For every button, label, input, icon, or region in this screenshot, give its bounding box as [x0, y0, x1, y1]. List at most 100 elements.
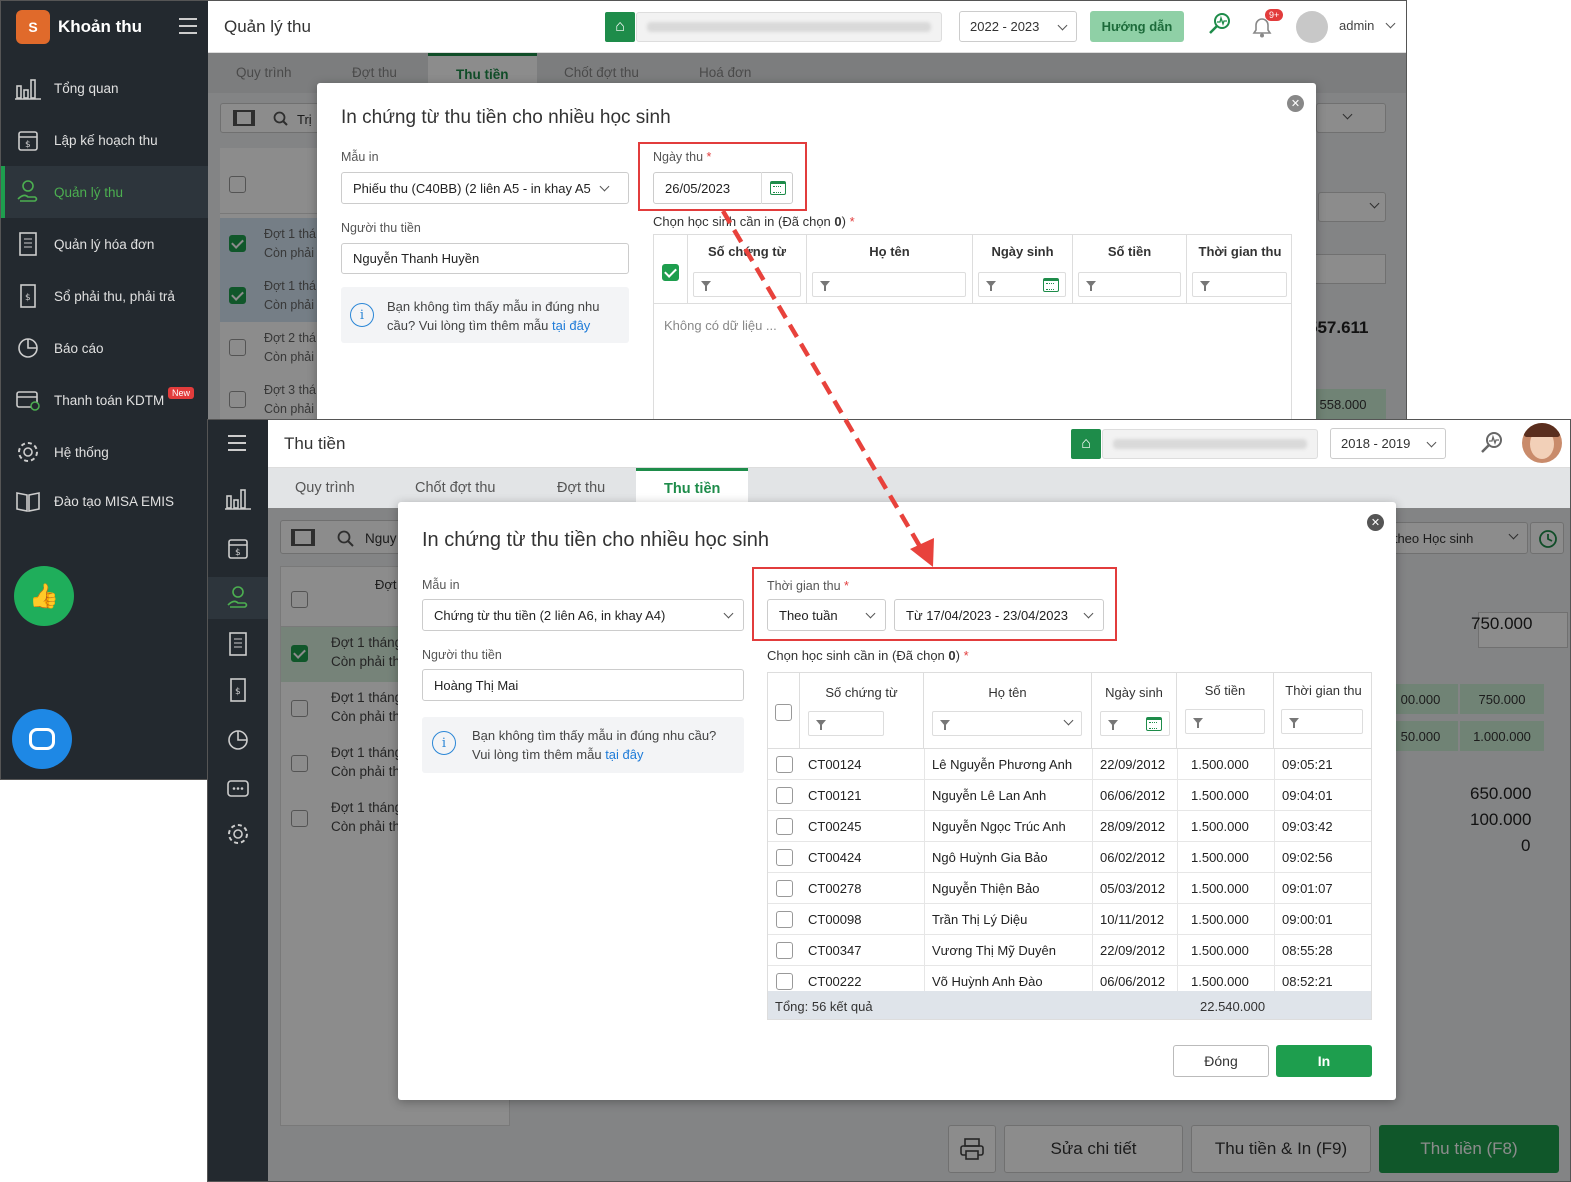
find-template-link[interactable]: tại đây [605, 747, 643, 762]
info-box: i Bạn không tìm thấy mẫu in đúng nhu cầu… [341, 287, 629, 343]
bar-chart-icon[interactable] [224, 484, 252, 512]
school-name-field[interactable] [1102, 429, 1318, 459]
student-grid-header: Số chứng từ Họ tên Ngày sinh Số tiền Thờ… [653, 234, 1292, 304]
sidebar-item-label: Đào tạo MISA EMIS [54, 493, 175, 509]
filter-name[interactable] [812, 272, 966, 297]
sidebar-item-6[interactable]: Thanh toán KDTM New [1, 374, 208, 426]
table-row[interactable]: CT00278 Nguyễn Thiện Bảo 05/03/2012 1.500.0… [768, 873, 1371, 904]
app-logo: S [16, 10, 50, 44]
row-checkbox[interactable] [776, 756, 793, 773]
cell-dob: 06/02/2012 [1100, 850, 1166, 865]
table-row[interactable]: CT00222 Võ Huỳnh Anh Đào 06/06/2012 1.500.0… [768, 966, 1371, 991]
sidebar: S Khoản thu Tổng quan $ Lập kế hoạch thu Qu… [1, 1, 208, 779]
dialog-title: In chứng từ thu tiền cho nhiều học sinh [422, 529, 770, 551]
filter-amount[interactable] [1185, 709, 1265, 734]
pie-chart-icon[interactable] [224, 726, 252, 754]
table-row[interactable]: CT00121 Nguyễn Lê Lan Anh 06/06/2012 1.500.… [768, 780, 1371, 811]
sidebar-item-1[interactable]: $ Lập kế hoạch thu [1, 114, 208, 166]
table-row[interactable]: CT00424 Ngô Huỳnh Gia Bảo 06/02/2012 1.500.… [768, 842, 1371, 873]
select-students-label: Chọn học sinh cần in (Đã chọn 0) * [653, 214, 855, 229]
guide-button[interactable]: Hướng dẫn [1090, 11, 1184, 42]
search-pulse-icon[interactable] [1478, 430, 1504, 456]
hamburger-menu-icon[interactable] [228, 435, 246, 451]
cell-name: Ngô Huỳnh Gia Bảo [932, 850, 1048, 865]
chat-support-button[interactable] [12, 709, 72, 769]
collector-field[interactable]: Hoàng Thị Mai [422, 669, 744, 701]
hand-coin-icon[interactable] [208, 577, 268, 619]
sidebar-item-7[interactable]: Hệ thống [1, 426, 208, 478]
template-select[interactable]: Phiếu thu (C40BB) (2 liên A5 - in khay A… [341, 172, 629, 204]
cell-dob: 22/09/2012 [1100, 943, 1166, 958]
cell-name: Nguyễn Lê Lan Anh [932, 788, 1047, 803]
row-checkbox[interactable] [776, 818, 793, 835]
filter-icon [701, 281, 711, 291]
date-range-select[interactable]: Từ 17/04/2023 - 23/04/2023 [894, 599, 1104, 631]
table-row[interactable]: CT00245 Nguyễn Ngọc Trúc Anh 28/09/2012 1.5… [768, 811, 1371, 842]
cell-code: CT00245 [808, 819, 862, 834]
school-name-field[interactable] [636, 12, 942, 42]
close-icon[interactable]: ✕ [1367, 514, 1384, 531]
cell-dob: 10/11/2012 [1100, 912, 1165, 927]
hamburger-menu-icon[interactable] [179, 18, 197, 34]
template-select[interactable]: Chứng từ thu tiền (2 liên A6, in khay A4… [422, 599, 744, 631]
school-year-select[interactable]: 2018 - 2019 [1330, 428, 1446, 459]
select-all-checkbox[interactable] [775, 704, 792, 721]
row-checkbox[interactable] [776, 880, 793, 897]
row-checkbox[interactable] [776, 787, 793, 804]
cell-amount: 1.500.000 [1191, 881, 1249, 896]
table-row[interactable]: CT00347 Vương Thị Mỹ Duyên 22/09/2012 1.500… [768, 935, 1371, 966]
calendar-icon [1146, 717, 1162, 731]
info-text: Bạn không tìm thấy mẫu in đúng nhu cầu? … [387, 299, 600, 333]
avatar[interactable] [1522, 423, 1562, 463]
date-picker-button[interactable] [761, 172, 793, 204]
filter-name[interactable] [932, 711, 1082, 736]
find-template-link[interactable]: tại đây [552, 318, 590, 333]
row-checkbox[interactable] [776, 973, 793, 990]
filter-time[interactable] [1192, 272, 1287, 297]
user-name[interactable]: admin [1339, 18, 1374, 33]
feedback-like-button[interactable]: 👍 [14, 566, 74, 626]
filter-voucher[interactable] [808, 711, 884, 736]
print-submit-button[interactable]: In [1276, 1045, 1372, 1077]
school-year-select[interactable]: 2022 - 2023 [959, 11, 1077, 42]
sidebar-item-0[interactable]: Tổng quan [1, 62, 208, 114]
cell-dob: 06/06/2012 [1100, 788, 1166, 803]
filter-voucher[interactable] [693, 272, 801, 297]
invoice-icon[interactable] [224, 630, 252, 658]
filter-amount[interactable] [1078, 272, 1181, 297]
row-checkbox[interactable] [776, 942, 793, 959]
tab-process[interactable]: Quy trình [295, 468, 355, 508]
filter-dob[interactable] [978, 272, 1066, 297]
sidebar-item-8[interactable]: Đào tạo MISA EMIS [1, 475, 208, 527]
filter-time[interactable] [1281, 709, 1363, 734]
sidebar-item-3[interactable]: Quản lý hóa đơn [1, 218, 208, 270]
avatar[interactable] [1296, 11, 1328, 43]
payment-card-icon [15, 387, 41, 413]
table-row[interactable]: CT00098 Trần Thị Lý Diệu 10/11/2012 1.500.0… [768, 904, 1371, 935]
chat-dots-icon[interactable] [224, 776, 252, 804]
cell-name: Trần Thị Lý Diệu [932, 912, 1028, 927]
school-home-icon[interactable]: ⌂ [605, 12, 635, 42]
period-select[interactable]: Theo tuần [767, 599, 886, 631]
column-header-dob: Ngày sinh [991, 244, 1054, 259]
sidebar-item-5[interactable]: Báo cáo [1, 322, 208, 374]
chevron-down-icon[interactable] [1385, 18, 1396, 29]
close-button[interactable]: Đóng [1173, 1045, 1269, 1077]
sidebar-item-4[interactable]: $ Sổ phải thu, phải trả [1, 270, 208, 322]
column-header-name: Họ tên [988, 685, 1027, 700]
school-home-icon[interactable]: ⌂ [1071, 429, 1101, 459]
close-icon[interactable]: ✕ [1287, 95, 1304, 112]
filter-dob[interactable] [1100, 711, 1170, 736]
collector-field[interactable]: Nguyễn Thanh Huyền [341, 243, 629, 274]
gear-icon[interactable] [224, 820, 252, 848]
sidebar-item-2[interactable]: Quản lý thu [1, 166, 208, 218]
row-checkbox[interactable] [776, 849, 793, 866]
row-checkbox[interactable] [776, 911, 793, 928]
select-all-checkbox[interactable] [662, 264, 679, 281]
calendar-dollar-icon[interactable]: $ [224, 534, 252, 562]
table-row[interactable]: CT00124 Lê Nguyễn Phương Anh 22/09/2012 1.5… [768, 749, 1371, 780]
filter-icon [1086, 281, 1096, 291]
search-pulse-icon[interactable] [1206, 11, 1232, 37]
ledger-icon[interactable]: $ [224, 676, 252, 704]
cell-code: CT00278 [808, 881, 862, 896]
